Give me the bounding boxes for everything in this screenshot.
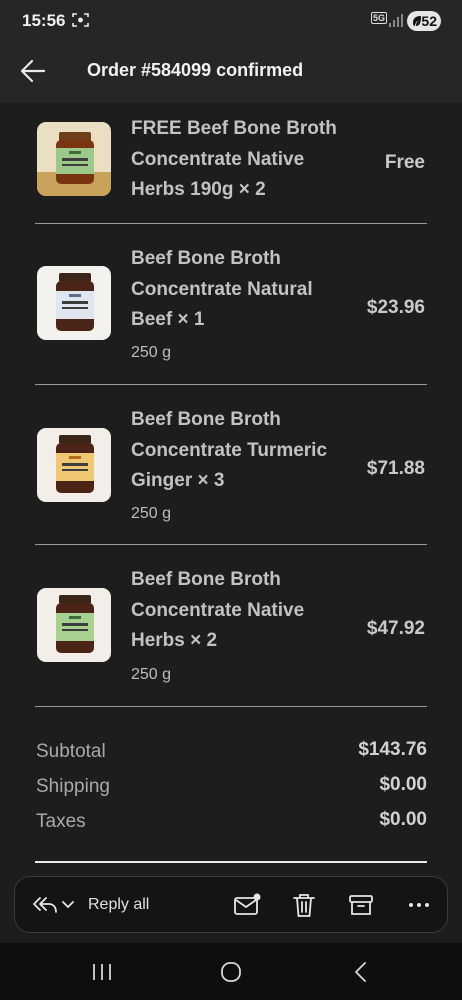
subtotal-row: Subtotal $143.76 [35,739,427,771]
battery-saver-icon [413,16,421,26]
shipping-label: Shipping [36,776,110,797]
back-icon[interactable] [348,959,374,985]
email-action-bar: Reply all [14,876,448,933]
product-image [37,122,111,196]
product-weight: 250 g [131,344,172,361]
back-arrow-icon[interactable] [20,58,46,84]
home-icon[interactable] [218,959,244,985]
battery-level: 52 [421,13,437,29]
order-item: Beef Bone Broth Concentrate Turmeric Gin… [35,385,427,545]
subtotal-value: $143.76 [358,739,427,760]
subtotal-label: Subtotal [36,741,106,762]
product-price: $47.92 [366,618,425,639]
taxes-row: Taxes $0.00 [35,809,427,841]
system-nav-bar [0,943,462,1000]
taxes-value: $0.00 [379,809,427,830]
product-image [37,266,111,340]
product-name: Beef Bone Broth Concentrate Turmeric Gin… [131,409,328,491]
product-image [37,428,111,502]
product-price: $71.88 [366,458,425,479]
mark-unread-icon[interactable] [233,892,261,918]
chevron-down-icon[interactable] [61,892,75,918]
product-name: FREE Beef Bone Broth Concentrate Native … [131,118,337,200]
product-name: Beef Bone Broth Concentrate Native Herbs… [131,569,305,651]
product-price: $23.96 [366,297,425,318]
product-name: Beef Bone Broth Concentrate Natural Beef… [131,248,313,330]
product-image [37,588,111,662]
reply-all-button[interactable]: Reply all [88,896,149,914]
recent-apps-icon[interactable] [89,959,115,985]
trash-icon[interactable] [290,892,318,918]
app-header: Order #584099 confirmed [0,40,462,103]
status-time: 15:56 [22,11,66,30]
page-title: Order #584099 confirmed [87,60,304,80]
order-item: Beef Bone Broth Concentrate Native Herbs… [35,545,427,707]
product-price: Free [384,152,425,173]
more-options-icon[interactable] [405,892,433,918]
product-weight: 250 g [131,666,172,683]
shipping-value: $0.00 [379,774,427,795]
battery-indicator: 52 [407,11,441,31]
archive-icon[interactable] [347,892,375,918]
product-weight: 250 g [131,505,172,522]
signal-icon [389,14,403,27]
taxes-label: Taxes [36,811,86,832]
reply-all-icon[interactable] [31,892,59,918]
screen-record-icon [72,13,89,27]
order-item: Beef Bone Broth Concentrate Natural Beef… [35,224,427,385]
network-type-icon: 5G [371,12,388,24]
order-item: FREE Beef Bone Broth Concentrate Native … [35,103,427,224]
status-bar: 15:56 5G 52 [0,0,462,40]
shipping-row: Shipping $0.00 [35,774,427,806]
totals-divider [35,861,427,863]
order-content: FREE Beef Bone Broth Concentrate Native … [0,103,462,875]
